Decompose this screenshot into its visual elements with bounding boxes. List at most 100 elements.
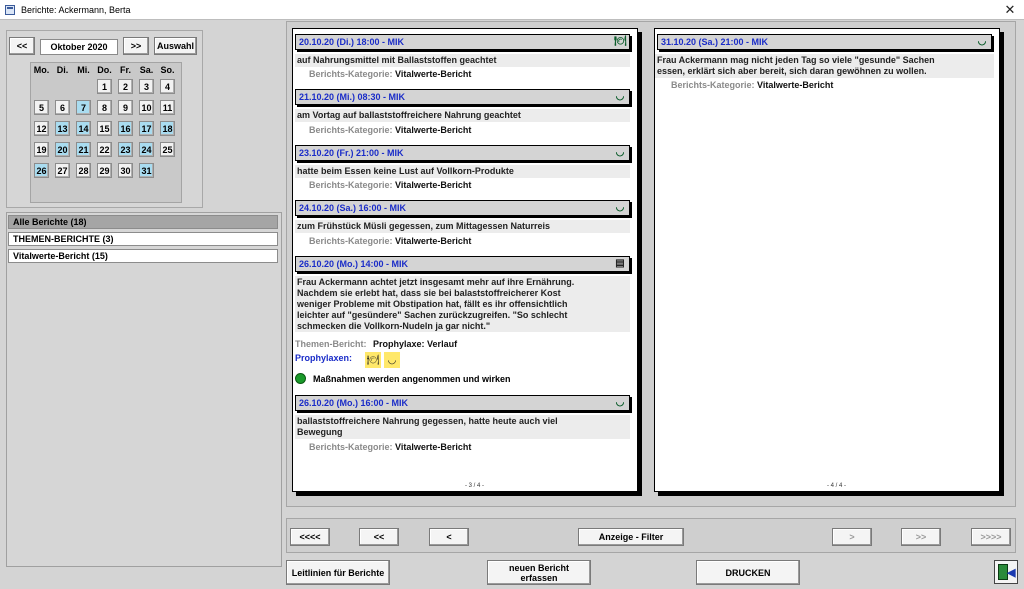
last-page-button[interactable]: >>>> xyxy=(971,528,1011,546)
calendar-day[interactable]: 14 xyxy=(76,121,91,136)
calendar-day[interactable]: 10 xyxy=(139,100,154,115)
page-number: - 4 / 4 - xyxy=(827,483,847,489)
report-header[interactable]: 21.10.20 (Mi.) 08:30 - MIK ◡ xyxy=(295,89,630,105)
category-label: Berichts-Kategorie: xyxy=(309,125,393,135)
calendar-day[interactable]: 13 xyxy=(55,121,70,136)
report-category-list xyxy=(6,212,282,567)
calendar-day[interactable]: 9 xyxy=(118,100,133,115)
calendar-day[interactable]: 1 xyxy=(97,79,112,94)
report-text: auf Nahrungsmittel mit Ballaststoffen ge… xyxy=(295,54,630,67)
calendar-day[interactable]: 6 xyxy=(55,100,70,115)
calendar-day[interactable]: 30 xyxy=(118,163,133,178)
new-report-button[interactable]: neuen Bericht erfassen xyxy=(487,560,591,585)
report-header[interactable]: 20.10.20 (Di.) 18:00 - MIK 🍽 xyxy=(295,34,630,50)
report-header[interactable]: 26.10.20 (Mo.) 16:00 - MIK ◡ xyxy=(295,395,630,411)
category-value: Vitalwerte-Bericht xyxy=(395,236,472,246)
bowl-icon: ◡ xyxy=(615,397,625,408)
report-date: 21.10.20 (Mi.) 08:30 - MIK xyxy=(299,92,406,102)
report-text: Frau Ackermann achtet jetzt insgesamt me… xyxy=(295,276,630,332)
calendar-day[interactable]: 17 xyxy=(139,121,154,136)
report-page-right xyxy=(654,28,1000,492)
report-date: 26.10.20 (Mo.) 16:00 - MIK xyxy=(299,398,409,408)
select-button[interactable]: Auswahl xyxy=(154,37,197,55)
exit-icon[interactable]: ◀ xyxy=(994,560,1018,584)
next-month-button[interactable]: >> xyxy=(123,37,149,55)
calendar-day[interactable]: 16 xyxy=(118,121,133,136)
report-text: zum Frühstück Müsli gegessen, zum Mittag… xyxy=(295,220,630,233)
report-date: 23.10.20 (Fr.) 21:00 - MIK xyxy=(299,148,404,158)
calendar-day[interactable]: 7 xyxy=(76,100,91,115)
month-field: Oktober 2020 xyxy=(40,39,118,55)
report-header[interactable]: 26.10.20 (Mo.) 14:00 - MIK ▤ xyxy=(295,256,630,272)
calendar-day[interactable]: 24 xyxy=(139,142,154,157)
category-label: Berichts-Kategorie: xyxy=(309,236,393,246)
calendar-day[interactable]: 26 xyxy=(34,163,49,178)
report-header[interactable]: 23.10.20 (Fr.) 21:00 - MIK ◡ xyxy=(295,145,630,161)
calendar-day[interactable]: 12 xyxy=(34,121,49,136)
calendar-day[interactable]: 15 xyxy=(97,121,112,136)
calendar-day[interactable]: 21 xyxy=(76,142,91,157)
calendar-day[interactable]: 3 xyxy=(139,79,154,94)
report-category: Berichts-Kategorie: Vitalwerte-Bericht xyxy=(309,236,471,246)
prev-page-button[interactable]: < xyxy=(429,528,469,546)
calendar-day[interactable]: 27 xyxy=(55,163,70,178)
report-date: 20.10.20 (Di.) 18:00 - MIK xyxy=(299,37,405,47)
list-item-vital-reports[interactable]: Vitalwerte-Bericht (15) xyxy=(8,249,278,263)
report-category: Berichts-Kategorie: Vitalwerte-Bericht xyxy=(671,80,833,90)
weekday-label: Di. xyxy=(56,65,69,75)
bowl-icon: ◡ xyxy=(615,202,625,213)
app-icon xyxy=(5,4,15,15)
bowl-icon: ◡ xyxy=(384,352,400,368)
report-text: ballaststoffreichere Nahrung gegessen, h… xyxy=(295,415,630,439)
calendar-day[interactable]: 20 xyxy=(55,142,70,157)
calendar-day[interactable]: 28 xyxy=(76,163,91,178)
close-icon[interactable]: ✕ xyxy=(996,0,1024,20)
bowl-icon: ◡ xyxy=(977,36,987,47)
report-category: Berichts-Kategorie: Vitalwerte-Bericht xyxy=(309,180,471,190)
title-bar: Berichte: Ackermann, Berta ✕ xyxy=(0,0,1024,20)
calendar-day[interactable]: 19 xyxy=(34,142,49,157)
calendar-day[interactable]: 11 xyxy=(160,100,175,115)
first-page-button[interactable]: <<<< xyxy=(290,528,330,546)
calendar-day[interactable]: 31 xyxy=(139,163,154,178)
prev-month-button[interactable]: << xyxy=(9,37,35,55)
calendar-day[interactable]: 8 xyxy=(97,100,112,115)
report-date: 26.10.20 (Mo.) 14:00 - MIK xyxy=(299,259,409,269)
report-category: Berichts-Kategorie: Vitalwerte-Bericht xyxy=(309,69,471,79)
window-title: Berichte: Ackermann, Berta xyxy=(21,4,131,15)
display-filter-button[interactable]: Anzeige - Filter xyxy=(578,528,684,546)
guidelines-button[interactable]: Leitlinien für Berichte xyxy=(286,560,390,585)
report-header[interactable]: 24.10.20 (Sa.) 16:00 - MIK ◡ xyxy=(295,200,630,216)
calendar-day[interactable]: 2 xyxy=(118,79,133,94)
theme-label: Themen-Bericht: xyxy=(295,339,367,349)
new-report-label-2: erfassen xyxy=(520,572,558,583)
report-header[interactable]: 31.10.20 (Sa.) 21:00 - MIK ◡ xyxy=(657,34,992,50)
calendar-day[interactable]: 22 xyxy=(97,142,112,157)
list-item-all-reports[interactable]: Alle Berichte (18) xyxy=(8,215,278,229)
report-date: 24.10.20 (Sa.) 16:00 - MIK xyxy=(299,203,407,213)
prophylaxe-icons: 🍽 ◡ xyxy=(365,352,400,368)
fast-back-button[interactable]: << xyxy=(359,528,399,546)
weekday-label: Do. xyxy=(97,65,112,75)
calendar-day[interactable]: 25 xyxy=(160,142,175,157)
weekday-label: Sa. xyxy=(139,65,154,75)
arrow-icon: ◀ xyxy=(1007,567,1016,579)
print-button[interactable]: DRUCKEN xyxy=(696,560,800,585)
list-item-theme-reports[interactable]: THEMEN-BERICHTE (3) xyxy=(8,232,278,246)
bowl-icon: ◡ xyxy=(615,147,625,158)
next-page-button[interactable]: > xyxy=(832,528,872,546)
calendar-day[interactable]: 5 xyxy=(34,100,49,115)
bowl-icon: ◡ xyxy=(615,91,625,102)
calendar-day[interactable]: 4 xyxy=(160,79,175,94)
calendar-day[interactable]: 23 xyxy=(118,142,133,157)
calendar-day[interactable]: 29 xyxy=(97,163,112,178)
new-report-label-1: neuen Bericht xyxy=(508,562,569,573)
fast-forward-button[interactable]: >> xyxy=(901,528,941,546)
category-label: Berichts-Kategorie: xyxy=(671,80,755,90)
theme-value: Prophylaxe: Verlauf xyxy=(373,339,458,349)
calendar-day[interactable]: 18 xyxy=(160,121,175,136)
theme-report-row: Themen-Bericht: Prophylaxe: Verlauf xyxy=(295,339,457,349)
page-number: - 3 / 4 - xyxy=(465,483,485,489)
report-text: am Vortag auf ballaststoffreichere Nahru… xyxy=(295,109,630,122)
status-ok-icon xyxy=(295,373,306,384)
